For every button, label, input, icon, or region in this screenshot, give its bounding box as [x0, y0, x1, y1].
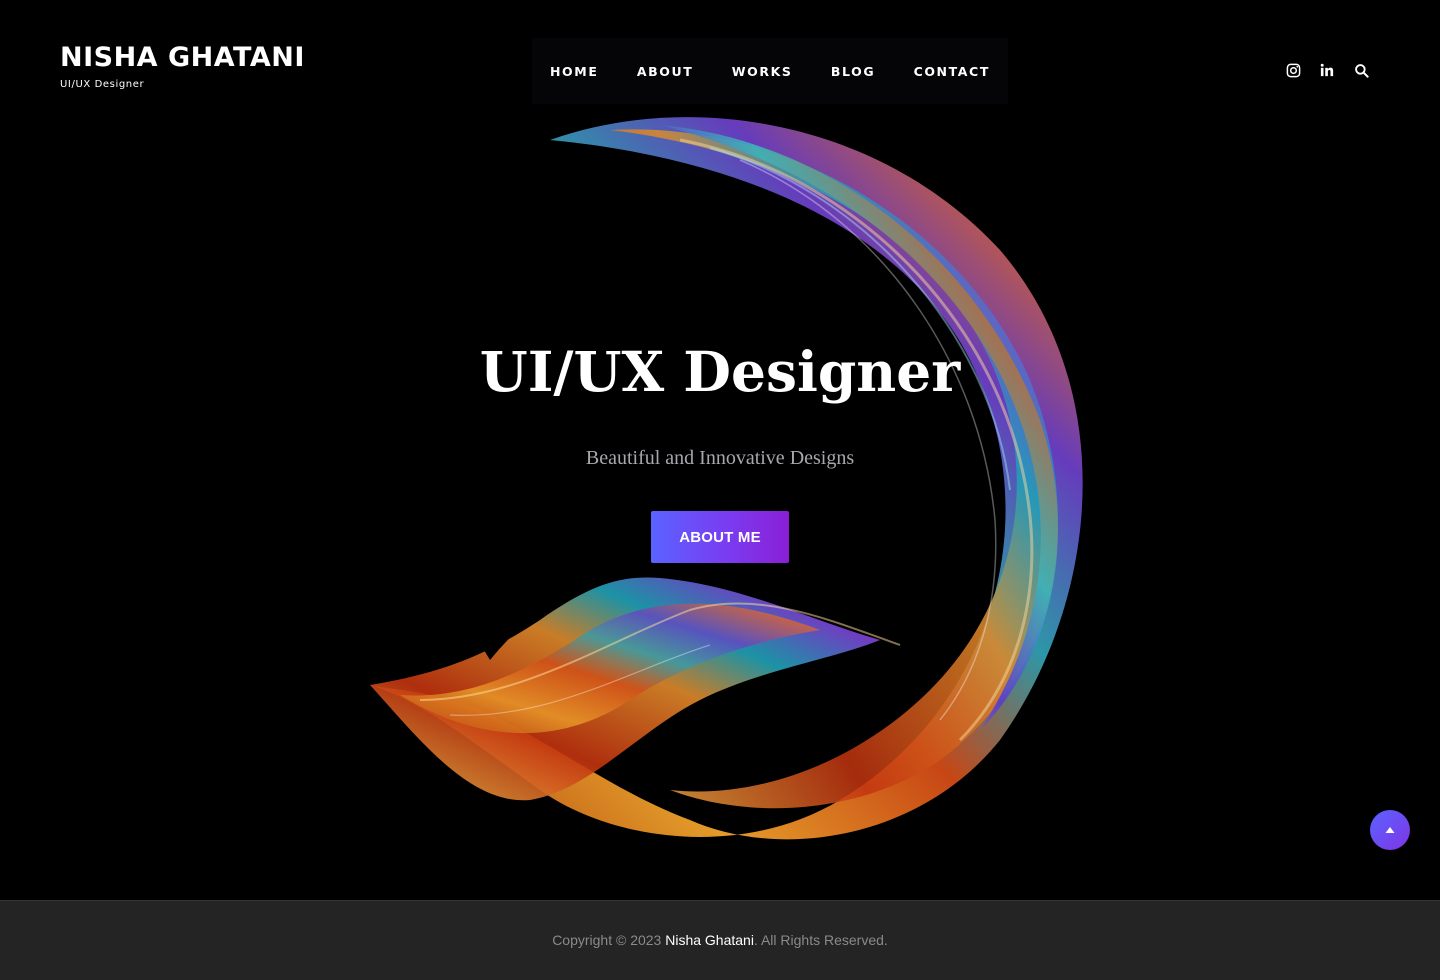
scroll-to-top-button[interactable]	[1370, 810, 1410, 850]
site-footer: Copyright © 2023 Nisha Ghatani. All Righ…	[0, 900, 1440, 980]
search-icon[interactable]	[1352, 61, 1370, 79]
site-tagline: UI/UX Designer	[60, 79, 145, 90]
caret-up-icon	[1385, 827, 1395, 833]
hero-title: UI/UX Designer	[479, 339, 961, 404]
copyright-text: Copyright © 2023 Nisha Ghatani. All Righ…	[0, 931, 1440, 949]
instagram-icon[interactable]	[1284, 61, 1302, 79]
linkedin-icon[interactable]	[1318, 61, 1336, 79]
site-title-link[interactable]: NISHA GHATANI	[60, 40, 305, 76]
copyright-prefix: Copyright © 2023	[552, 932, 666, 948]
nav-item-home[interactable]: HOME	[550, 64, 598, 79]
about-me-button[interactable]: ABOUT ME	[651, 511, 789, 563]
nav-item-about[interactable]: ABOUT	[637, 64, 694, 79]
header-icons	[1284, 61, 1370, 79]
nav-item-blog[interactable]: BLOG	[831, 64, 875, 79]
footer-owner-link[interactable]: Nisha Ghatani	[665, 932, 754, 948]
hero-subtitle: Beautiful and Innovative Designs	[585, 447, 855, 469]
nav-item-contact[interactable]: CONTACT	[914, 64, 990, 79]
hero-section: NISHA GHATANI UI/UX Designer HOME ABOUT …	[0, 0, 1440, 900]
main-nav: HOME ABOUT WORKS BLOG CONTACT	[532, 38, 1008, 104]
copyright-rights: . All Rights Reserved.	[753, 932, 888, 948]
nav-item-works[interactable]: WORKS	[732, 64, 793, 79]
brand: NISHA GHATANI UI/UX Designer	[60, 40, 305, 92]
